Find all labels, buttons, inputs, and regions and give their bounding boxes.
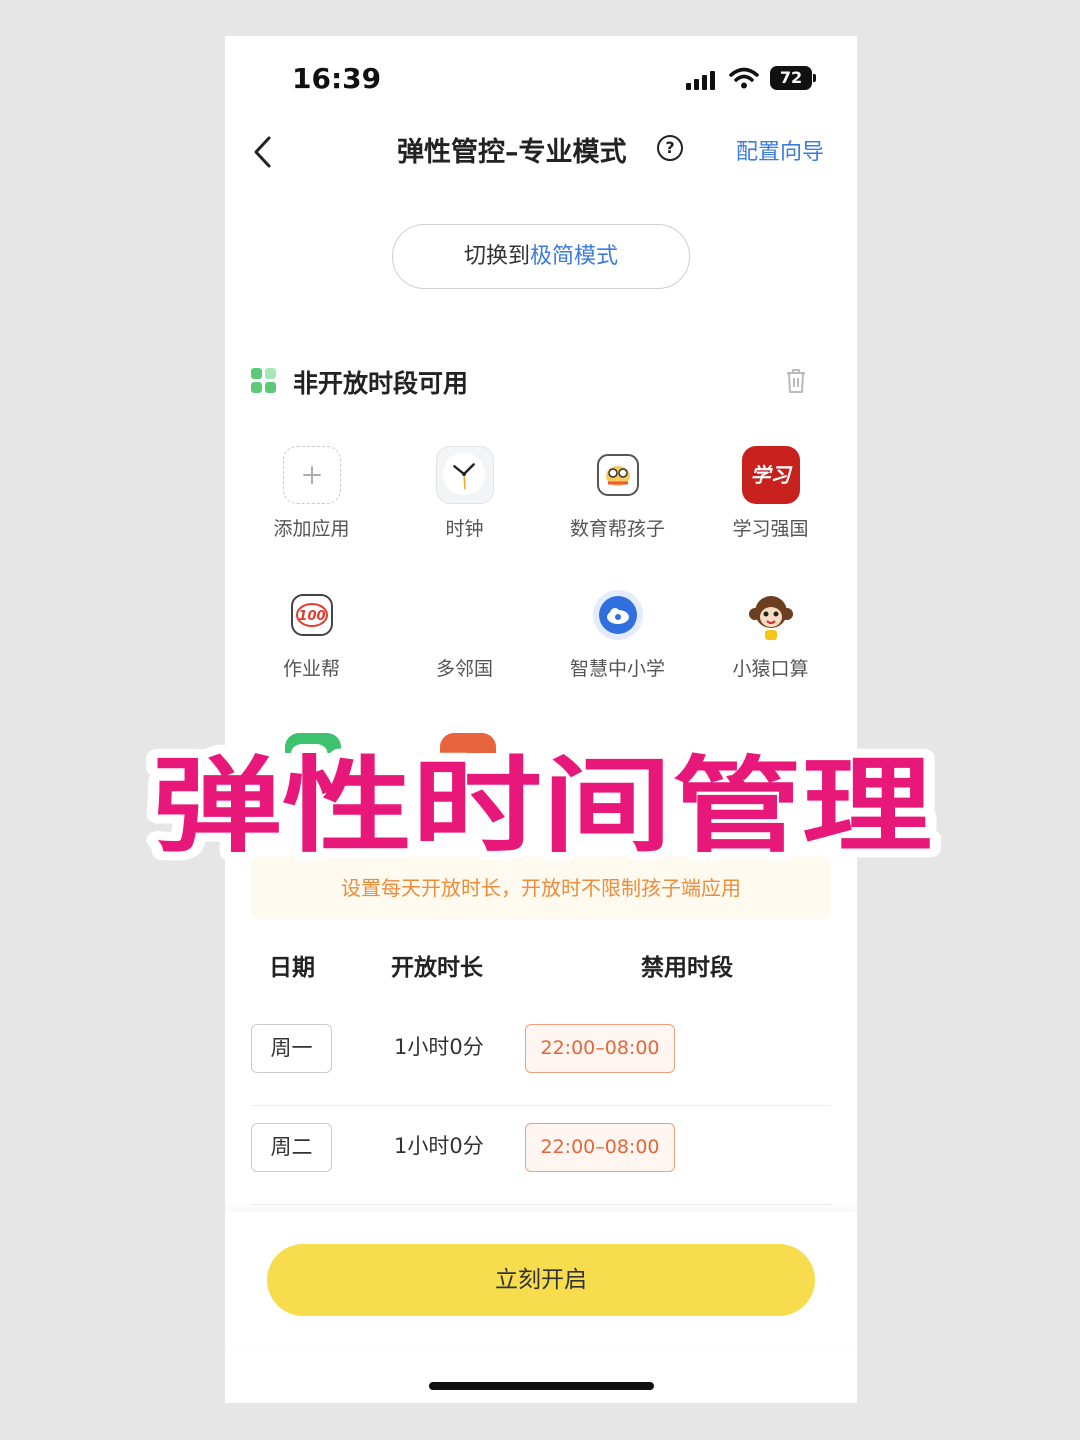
app-xuexi[interactable]: 学习 学习强国 xyxy=(694,446,847,541)
monkey-icon xyxy=(742,586,800,644)
day-button[interactable]: 周二 xyxy=(251,1123,332,1172)
app-label: 智慧中小学 xyxy=(569,658,665,680)
battery-icon: 72 xyxy=(770,66,812,90)
page-title: 弹性管控–专业模式 xyxy=(397,137,627,168)
switch-highlight: 极简模式 xyxy=(530,244,619,269)
open-duration[interactable]: 1小时0分 xyxy=(394,1123,484,1170)
back-arrow-icon[interactable] xyxy=(249,132,279,172)
status-bar: 16:39 72 xyxy=(225,36,857,126)
header-duration: 开放时长 xyxy=(391,955,483,981)
wifi-icon xyxy=(729,67,759,89)
overlay-banner: 弹性时间管理 弹性时间管理 xyxy=(140,742,944,862)
app-zuoyebang[interactable]: 100 作业帮 xyxy=(235,586,388,681)
app-label: 添加应用 xyxy=(273,518,350,540)
header-banned: 禁用时段 xyxy=(641,955,733,981)
banned-period[interactable]: 22:00–08:00 xyxy=(525,1123,675,1172)
app-label: 多邻国 xyxy=(435,658,493,680)
signal-icon xyxy=(686,68,720,90)
config-guide-link[interactable]: 配置向导 xyxy=(736,134,824,166)
app-label: 作业帮 xyxy=(282,658,340,680)
xuexi-icon: 学习 xyxy=(741,446,800,504)
header-date: 日期 xyxy=(269,955,315,981)
app-zhihui[interactable]: 智慧中小学 xyxy=(541,586,694,681)
duolingo-icon xyxy=(436,586,494,644)
add-icon xyxy=(282,446,341,504)
app-label: 学习强国 xyxy=(732,518,809,540)
status-time: 16:39 xyxy=(292,62,382,95)
switch-prefix: 切换到 xyxy=(463,244,530,269)
app-add[interactable]: 添加应用 xyxy=(235,446,388,541)
clock-icon xyxy=(435,446,494,504)
zuoyebang-icon: 100 xyxy=(283,586,341,644)
app-duolingo[interactable]: 多邻国 xyxy=(388,586,541,681)
notice-banner: 设置每天开放时长，开放时不限制孩子端应用 xyxy=(251,856,831,920)
trash-icon[interactable] xyxy=(785,368,807,394)
cloud-icon xyxy=(589,586,647,644)
overlay-text: 弹性时间管理 xyxy=(152,745,932,862)
help-icon[interactable]: ? xyxy=(657,135,683,161)
section-title: 非开放时段可用 xyxy=(293,369,469,398)
schedule-row: 周一 1小时0分 22:00–08:00 xyxy=(251,1007,831,1106)
open-duration[interactable]: 1小时0分 xyxy=(394,1024,484,1071)
zuoyebang-icon-text: 100 xyxy=(298,609,325,624)
home-indicator xyxy=(429,1382,654,1390)
battery-tip xyxy=(813,74,816,82)
switch-mode-button[interactable]: 切换到极简模式 xyxy=(392,224,690,289)
app-label: 数育帮孩子 xyxy=(569,518,665,540)
app-label: 时钟 xyxy=(445,518,484,540)
day-button[interactable]: 周一 xyxy=(251,1024,332,1073)
schedule-row: 周二 1小时0分 22:00–08:00 xyxy=(251,1106,831,1205)
grid-icon xyxy=(251,368,277,394)
banned-period[interactable]: 22:00–08:00 xyxy=(525,1024,675,1073)
app-shuyubang[interactable]: 数育帮孩子 xyxy=(541,446,694,541)
app-label: 小猿口算 xyxy=(732,658,809,680)
phone-screen: 16:39 72 弹性管控–专业模式 ? 配置向导 切换到极简模式 非开放时段可… xyxy=(225,36,857,1403)
app-clock[interactable]: 时钟 xyxy=(388,446,541,541)
app-xiaoyuan[interactable]: 小猿口算 xyxy=(694,586,847,681)
owl-icon xyxy=(589,446,647,504)
start-now-button[interactable]: 立刻开启 xyxy=(267,1244,815,1316)
